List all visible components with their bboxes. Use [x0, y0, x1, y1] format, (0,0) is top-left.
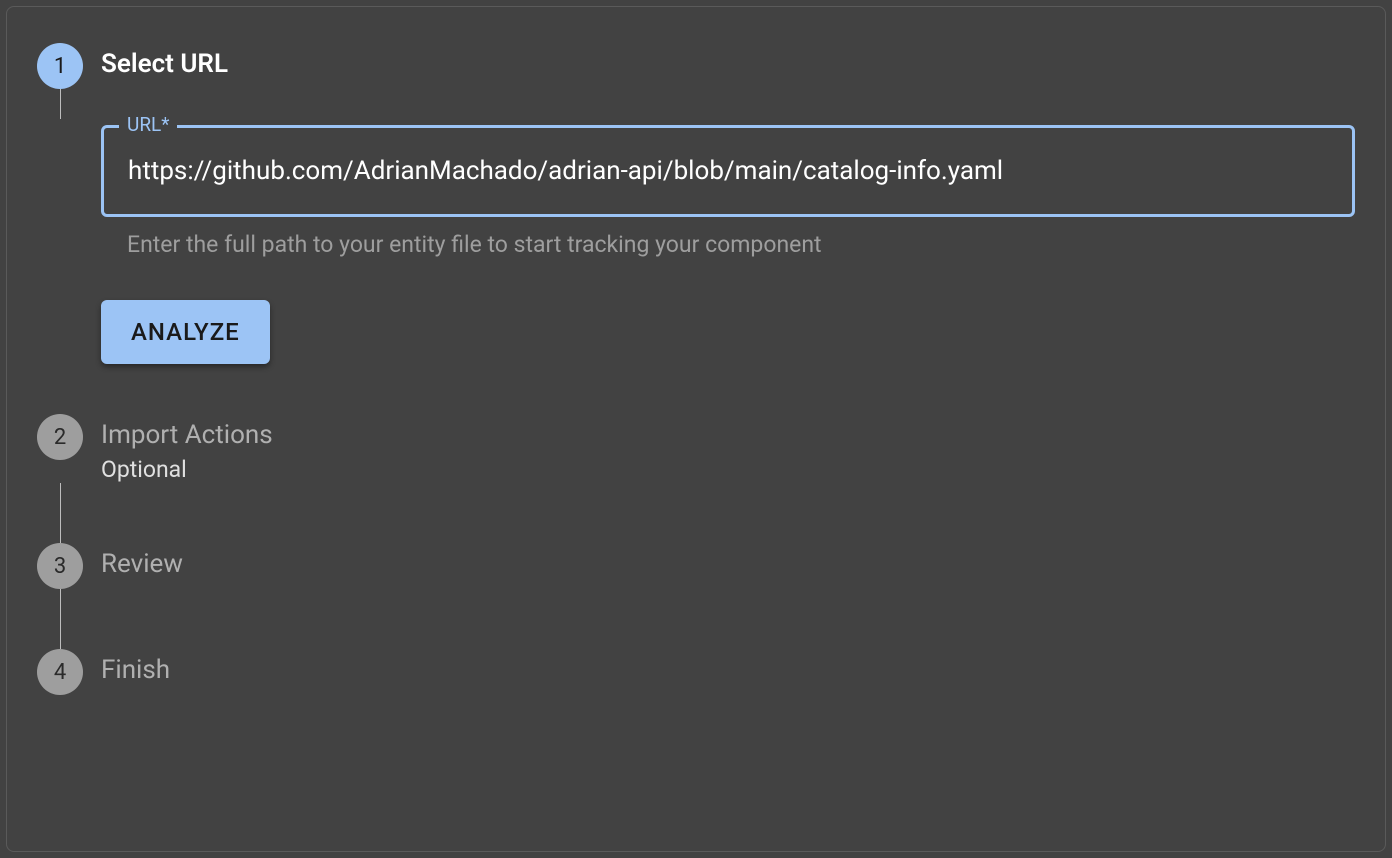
step-number-badge: 2: [37, 414, 83, 460]
step-number-badge: 1: [37, 43, 83, 89]
step-connector: [60, 589, 61, 649]
step-connector-wrapper: [37, 589, 83, 649]
url-helper-text: Enter the full path to your entity file …: [101, 231, 1355, 258]
url-field-label: URL*: [119, 113, 177, 136]
step-connector: [60, 483, 61, 543]
step-finish: 4 Finish: [37, 649, 1355, 695]
step-title: Import Actions: [101, 420, 1355, 450]
step-title: Review: [101, 549, 1355, 579]
step-import-actions: 2 Import Actions Optional: [37, 414, 1355, 483]
step-title: Select URL: [101, 49, 1355, 79]
step-subtitle: Optional: [101, 456, 1355, 483]
analyze-button[interactable]: ANALYZE: [101, 300, 270, 364]
step-title: Finish: [101, 655, 1355, 685]
url-input[interactable]: [101, 125, 1355, 217]
step-number-badge: 3: [37, 543, 83, 589]
step-number-badge: 4: [37, 649, 83, 695]
step-select-url: 1 Select URL URL* Enter the full path to…: [37, 43, 1355, 414]
step-content: URL* Enter the full path to your entity …: [101, 125, 1355, 414]
stepper: 1 Select URL URL* Enter the full path to…: [37, 43, 1355, 695]
url-field-wrapper: URL*: [101, 125, 1355, 217]
stepper-panel: 1 Select URL URL* Enter the full path to…: [6, 6, 1386, 852]
step-review: 3 Review: [37, 543, 1355, 589]
step-connector: [60, 89, 61, 119]
step-connector-wrapper: [37, 483, 83, 543]
